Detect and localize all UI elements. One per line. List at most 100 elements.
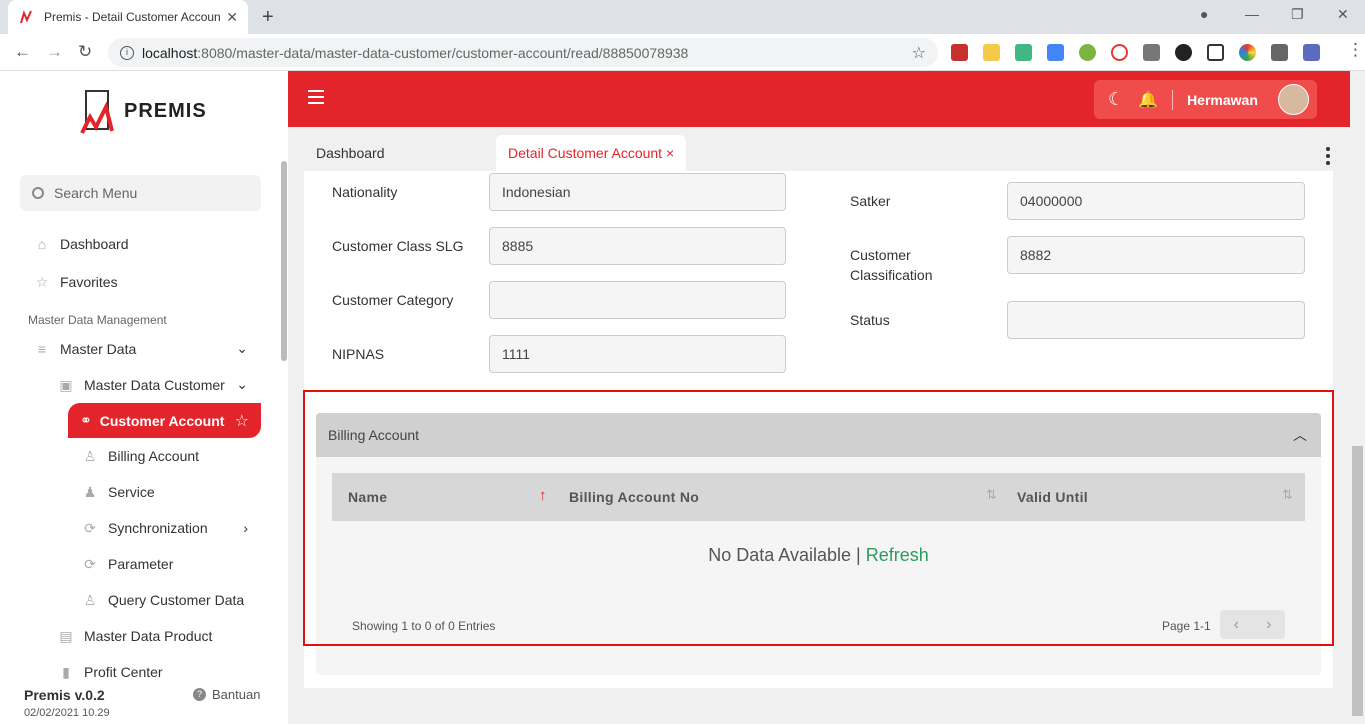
customer-class-field[interactable]: 8885 <box>489 227 786 265</box>
menu-label: Billing Account <box>108 448 200 464</box>
app-logo[interactable]: PREMIS <box>80 87 207 135</box>
sync-icon: ⟳ <box>84 520 96 536</box>
window-close-icon[interactable]: ✕ <box>1337 6 1349 23</box>
status-field[interactable] <box>1007 301 1305 339</box>
close-tab-icon[interactable]: ✕ <box>226 9 238 26</box>
address-bar-row: ← → ↻ i localhost:8080/master-data/maste… <box>0 34 1365 71</box>
reload-icon[interactable]: ↻ <box>78 42 92 62</box>
home-icon: ⌂ <box>37 236 47 252</box>
forward-icon[interactable]: → <box>46 42 63 62</box>
hamburger-menu-icon[interactable] <box>308 90 324 104</box>
search-icon <box>32 187 44 199</box>
sidebar-scrollbar[interactable] <box>281 161 287 361</box>
tab-detail-customer-account[interactable]: Detail Customer Account × <box>496 135 687 171</box>
browser-menu-icon[interactable]: ⋮ <box>1347 40 1364 60</box>
scrollbar-thumb[interactable] <box>1352 446 1363 716</box>
chevron-right-icon: › <box>243 520 248 536</box>
menu-profit-center[interactable]: ▮ Profit Center <box>58 664 163 680</box>
menu-label: Profit Center <box>84 664 163 680</box>
premis-logo-icon <box>80 90 114 134</box>
screenshot-extension-icon[interactable] <box>1207 44 1224 61</box>
menu-group-label: Master Data Management <box>28 313 167 327</box>
extension-icon[interactable] <box>1175 44 1192 61</box>
menu-label: Query Customer Data <box>108 592 245 608</box>
restore-icon[interactable]: ❐ <box>1291 6 1304 23</box>
menu-dashboard[interactable]: ⌂ Dashboard <box>34 236 129 252</box>
notification-bell-icon[interactable]: 🔔 <box>1138 90 1158 110</box>
premis-favicon-icon <box>18 9 34 25</box>
menu-label: Dashboard <box>60 236 129 252</box>
menu-label: Parameter <box>108 556 174 572</box>
menu-master-data-product[interactable]: ▤ Master Data Product <box>58 628 212 644</box>
page-scrollbar[interactable] <box>1350 71 1365 724</box>
user-icon: ♙ <box>83 448 97 464</box>
translate-extension-icon[interactable] <box>1047 44 1064 61</box>
menu-label: Customer Account <box>99 412 225 429</box>
profile-icon[interactable]: ● <box>1200 6 1208 22</box>
customer-classification-field[interactable]: 8882 <box>1007 236 1305 274</box>
block-extension-icon[interactable] <box>1111 44 1128 61</box>
menu-customer-account[interactable]: ⚭ Customer Account ☆ <box>68 403 261 438</box>
menu-label: Favorites <box>60 274 118 290</box>
bar-chart-icon: ▮ <box>62 664 70 680</box>
help-label: Bantuan <box>212 687 261 702</box>
service-person-icon: ♟ <box>83 484 97 500</box>
nationality-label: Nationality <box>332 184 398 200</box>
extension-icon[interactable] <box>1143 44 1160 61</box>
avatar[interactable] <box>1278 84 1309 115</box>
tab-dashboard[interactable]: Dashboard <box>316 145 385 161</box>
satker-label: Satker <box>850 193 891 209</box>
user-icon: ♙ <box>83 592 97 608</box>
browser-tab-title: Premis - Detail Customer Accoun <box>44 10 221 24</box>
menu-synchronization[interactable]: ⟳ Synchronization › <box>82 520 248 536</box>
nationality-field[interactable]: Indonesian <box>489 173 786 211</box>
archive-icon: ▤ <box>59 628 73 644</box>
menu-parameter[interactable]: ⟳ Parameter <box>82 556 173 572</box>
menu-favorites[interactable]: ☆ Favorites <box>34 274 118 290</box>
menu-master-data-customer[interactable]: ▣ Master Data Customer ⌄ <box>58 376 248 393</box>
color-extension-icon[interactable] <box>1239 44 1256 61</box>
new-tab-icon[interactable]: + <box>262 6 274 29</box>
customer-category-field[interactable] <box>489 281 786 319</box>
nipnas-field[interactable]: 1111 <box>489 335 786 373</box>
url-bar[interactable]: i localhost:8080/master-data/master-data… <box>108 38 938 67</box>
menu-billing-account[interactable]: ♙ Billing Account <box>82 448 199 464</box>
sidebar: PREMIS Search Menu ⌂ Dashboard ☆ Favorites… <box>0 71 288 724</box>
app-version: Premis v.0.2 <box>24 687 105 703</box>
app-header: ☾ 🔔 Hermawan <box>288 71 1350 127</box>
site-info-icon[interactable]: i <box>120 45 134 60</box>
database-icon: ≡ <box>37 340 47 357</box>
dark-mode-moon-icon[interactable]: ☾ <box>1108 89 1124 110</box>
search-placeholder: Search Menu <box>54 185 138 201</box>
vue-extension-icon[interactable] <box>1015 44 1032 61</box>
menu-master-data[interactable]: ≡ Master Data ⌄ <box>34 340 248 357</box>
puzzle-extensions-icon[interactable] <box>1271 44 1288 61</box>
menu-query-customer-data[interactable]: ♙ Query Customer Data <box>82 592 244 608</box>
user-name[interactable]: Hermawan <box>1187 92 1258 108</box>
contact-card-icon: ▣ <box>59 376 73 393</box>
divider <box>1172 89 1174 110</box>
search-menu-input[interactable]: Search Menu <box>20 175 261 211</box>
app-date: 02/02/2021 10.29 <box>24 707 110 719</box>
bookmark-star-icon[interactable]: ☆ <box>912 43 926 63</box>
menu-service[interactable]: ♟ Service <box>82 484 155 500</box>
star-icon: ☆ <box>35 274 49 290</box>
menu-label: Synchronization <box>108 520 208 536</box>
back-icon[interactable]: ← <box>14 42 31 62</box>
extension-icon[interactable] <box>1079 44 1096 61</box>
satker-field[interactable]: 04000000 <box>1007 182 1305 220</box>
customer-class-label: Customer Class SLG <box>332 238 464 254</box>
more-options-icon[interactable] <box>1326 147 1330 168</box>
favorite-star-icon[interactable]: ☆ <box>235 411 249 431</box>
customer-classification-label: Customer Classification <box>850 247 933 283</box>
help-link[interactable]: ? Bantuan <box>193 687 260 702</box>
extension-icon[interactable] <box>951 44 968 61</box>
browser-tab[interactable]: Premis - Detail Customer Accoun ✕ <box>8 0 248 34</box>
extension-icon[interactable] <box>1303 44 1320 61</box>
browser-tabstrip: Premis - Detail Customer Accoun ✕ + ● — … <box>0 0 1365 34</box>
extension-icon[interactable] <box>983 44 1000 61</box>
logo-text: PREMIS <box>124 99 207 122</box>
status-label: Status <box>850 312 890 328</box>
minimize-icon[interactable]: — <box>1245 6 1259 22</box>
nipnas-label: NIPNAS <box>332 346 385 362</box>
